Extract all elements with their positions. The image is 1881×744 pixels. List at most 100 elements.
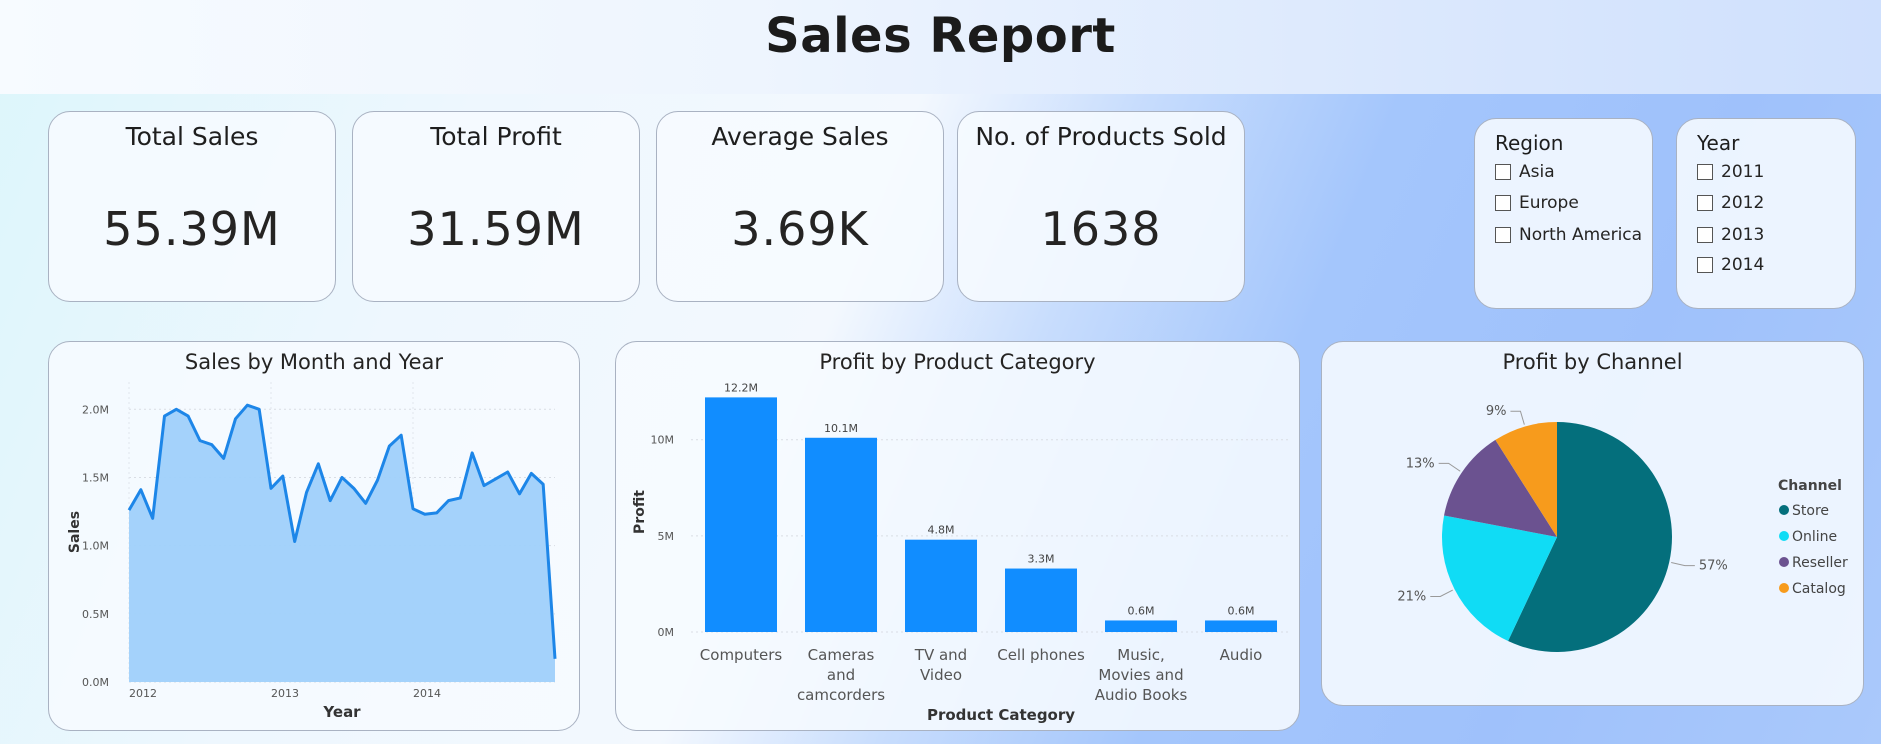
kpi-total-profit: Total Profit 31.59M <box>352 111 640 302</box>
y-tick-label: 1.5M <box>82 471 109 484</box>
y-tick-label: 2.0M <box>82 403 109 416</box>
checkbox[interactable] <box>1495 195 1511 211</box>
data-label: 21% <box>1397 589 1426 604</box>
checkbox[interactable] <box>1697 227 1713 243</box>
year-option-label: 2013 <box>1721 225 1765 245</box>
profit-by-channel-card: Profit by Channel 57% 21% 13% 9% Channel Stor… <box>1321 341 1864 706</box>
data-label: 13% <box>1406 456 1435 471</box>
x-tick-label: Computers <box>700 646 783 664</box>
y-axis-title: Sales <box>67 511 83 553</box>
legend-item: Store <box>1792 503 1829 519</box>
year-slicer-title: Year <box>1697 131 1740 155</box>
year-option-label: 2012 <box>1721 193 1765 213</box>
profit-by-category-card: Profit by Product Category 0M 5M 10M 12.2M C… <box>615 341 1300 731</box>
x-axis-title: Product Category <box>927 706 1075 724</box>
bar <box>1005 568 1077 632</box>
data-label: 10.1M <box>824 422 858 435</box>
kpi-products-sold: No. of Products Sold 1638 <box>957 111 1245 302</box>
checkbox[interactable] <box>1697 164 1713 180</box>
x-tick-label: Audio <box>1220 646 1263 664</box>
x-tick-label: Video <box>920 666 962 684</box>
region-option-label: North America <box>1519 225 1643 245</box>
data-label: 4.8M <box>928 524 955 537</box>
region-option-label: Europe <box>1519 193 1579 213</box>
sales-area <box>129 405 555 682</box>
x-tick-label: Audio Books <box>1095 686 1188 704</box>
y-axis-title: Profit <box>632 490 648 534</box>
year-option-label: 2011 <box>1721 162 1765 182</box>
region-option-asia[interactable]: Asia <box>1495 160 1555 184</box>
kpi-average-sales: Average Sales 3.69K <box>656 111 944 302</box>
data-label: 3.3M <box>1028 553 1055 566</box>
region-slicer-title: Region <box>1495 131 1564 155</box>
data-label: 57% <box>1699 559 1728 574</box>
x-tick-label: Cameras <box>808 646 875 664</box>
y-tick-label: 1.0M <box>82 540 109 553</box>
page-title: Sales Report <box>765 8 1116 64</box>
kpi-label: Total Sales <box>125 122 259 151</box>
sales-area-chart: 0.0M 0.5M 1.0M 1.5M 2.0M 2012 2013 2014 Year Sale… <box>67 382 557 721</box>
legend-marker <box>1779 531 1789 541</box>
x-tick-label: Cell phones <box>997 646 1085 664</box>
data-label: 0.6M <box>1128 604 1155 617</box>
leader-line <box>1671 562 1695 567</box>
legend-item: Online <box>1792 529 1837 545</box>
leader-line <box>1430 589 1453 597</box>
y-tick-label: 5M <box>658 530 675 543</box>
x-tick-label: TV and <box>914 646 967 664</box>
leader-line <box>1438 462 1461 472</box>
region-slicer: Region Asia Europe North America <box>1474 118 1653 309</box>
x-tick-label: Music, <box>1117 646 1164 664</box>
bar <box>805 437 877 632</box>
kpi-value: 31.59M <box>407 202 585 256</box>
y-tick-label: 10M <box>651 434 675 447</box>
leader-line <box>1510 410 1525 425</box>
profit-pie-chart: 57% 21% 13% 9% Channel Store Online Reseller Cat… <box>1397 404 1848 652</box>
checkbox[interactable] <box>1495 164 1511 180</box>
y-tick-label: 0.5M <box>82 608 109 621</box>
region-option-label: Asia <box>1519 162 1555 182</box>
x-tick-label: Movies and <box>1098 666 1183 684</box>
kpi-value: 55.39M <box>103 202 281 256</box>
data-label: 9% <box>1486 404 1507 419</box>
sales-by-month-card: Sales by Month and Year 0.0M 0.5M 1.0M 1.5M… <box>48 341 580 731</box>
legend-marker <box>1779 557 1789 567</box>
year-option-2011[interactable]: 2011 <box>1697 160 1764 184</box>
data-label: 12.2M <box>724 381 758 394</box>
y-tick-label: 0.0M <box>82 676 109 689</box>
year-option-2014[interactable]: 2014 <box>1697 253 1764 277</box>
x-axis-title: Year <box>322 703 361 721</box>
profit-bar-chart: 0M 5M 10M 12.2M Computers 10.1M Cameras and camc… <box>632 381 1291 724</box>
year-option-2013[interactable]: 2013 <box>1697 223 1764 247</box>
report-header: Sales Report <box>0 0 1881 94</box>
x-tick-label: 2012 <box>129 687 157 700</box>
checkbox[interactable] <box>1697 195 1713 211</box>
kpi-label: Total Profit <box>430 122 562 151</box>
checkbox[interactable] <box>1697 257 1713 273</box>
legend-item: Reseller <box>1792 555 1848 571</box>
bar <box>905 539 977 632</box>
y-tick-label: 0M <box>658 626 675 639</box>
data-label: 0.6M <box>1228 604 1255 617</box>
kpi-total-sales: Total Sales 55.39M <box>48 111 336 302</box>
kpi-value: 3.69K <box>731 202 869 256</box>
legend-title: Channel <box>1778 478 1842 494</box>
year-option-2012[interactable]: 2012 <box>1697 191 1764 215</box>
legend-item: Catalog <box>1792 581 1846 597</box>
x-tick-label: and <box>827 666 855 684</box>
bar <box>705 397 777 632</box>
x-tick-label: camcorders <box>797 686 885 704</box>
region-option-north-america[interactable]: North America <box>1495 223 1642 247</box>
x-tick-label: 2013 <box>271 687 299 700</box>
year-option-label: 2014 <box>1721 255 1765 275</box>
kpi-value: 1638 <box>1040 202 1162 256</box>
legend-marker <box>1779 505 1789 515</box>
kpi-label: No. of Products Sold <box>975 122 1227 151</box>
bar <box>1105 620 1177 632</box>
year-slicer: Year 2011 2012 2013 2014 <box>1676 118 1856 309</box>
legend-marker <box>1779 583 1789 593</box>
region-option-europe[interactable]: Europe <box>1495 191 1579 215</box>
x-tick-label: 2014 <box>413 687 441 700</box>
kpi-label: Average Sales <box>711 122 889 151</box>
checkbox[interactable] <box>1495 227 1511 243</box>
